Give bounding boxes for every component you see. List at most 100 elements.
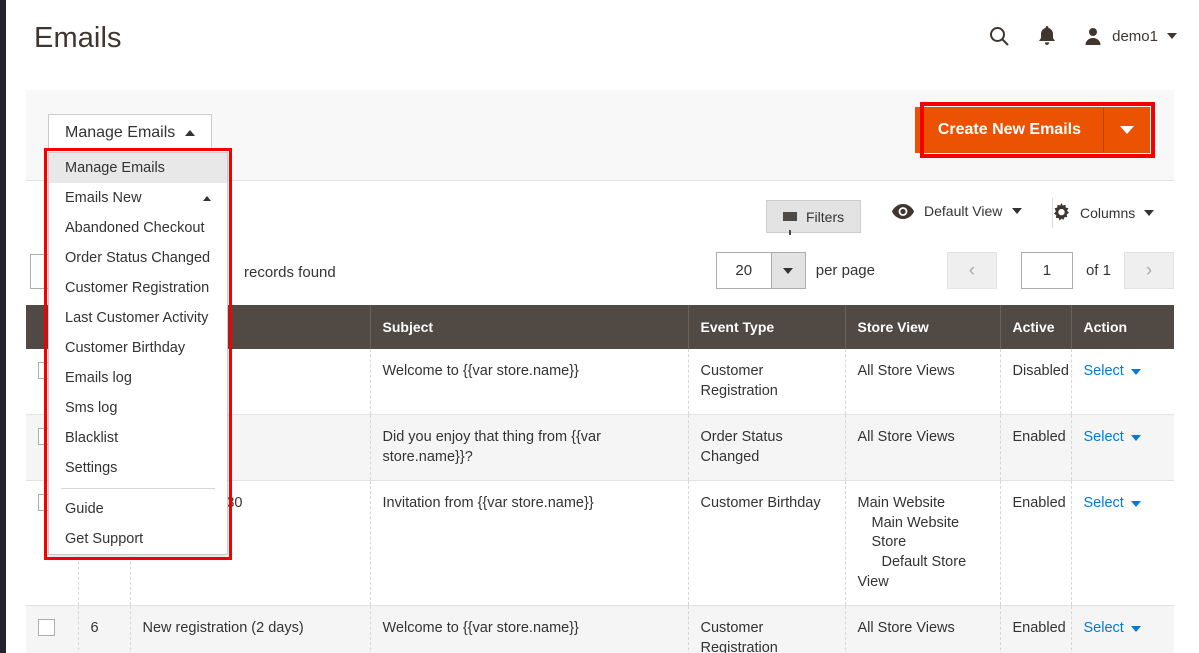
per-page-dropdown-toggle[interactable] (770, 253, 805, 288)
gear-icon (1053, 203, 1070, 221)
menu-item-label: Settings (65, 460, 118, 476)
row-store-view-cell: All Store Views (845, 605, 1001, 653)
menu-item-guide[interactable]: Guide (49, 494, 227, 524)
menu-item-label: Abandoned Checkout (65, 220, 205, 236)
menu-item-label: Sms log (65, 400, 118, 416)
chevron-down-icon (783, 267, 794, 274)
row-select-action[interactable]: Select (1084, 619, 1141, 639)
filters-label: Filters (806, 208, 845, 225)
menu-item-blacklist[interactable]: Blacklist (49, 423, 227, 453)
row-action-cell: Select (1071, 414, 1174, 482)
create-new-emails-dropdown-toggle[interactable] (1103, 108, 1149, 152)
pagination-controls: 20 per page ‹ 1 of 1 › (715, 252, 1174, 289)
menu-item-label: Guide (65, 501, 104, 517)
menu-item-settings[interactable]: Settings (49, 453, 227, 483)
menu-item-label: Emails log (65, 370, 132, 386)
row-select-label: Select (1083, 363, 1124, 379)
chevron-down-icon (1144, 209, 1155, 216)
row-event-type-cell: Customer Birthday (688, 480, 846, 607)
row-select-action[interactable]: Select (1084, 494, 1141, 514)
columns-label: Columns (1080, 204, 1136, 221)
next-page-button[interactable]: › (1124, 252, 1174, 289)
col-action[interactable]: Action (1071, 305, 1174, 349)
row-active-cell: Enabled (1000, 414, 1072, 482)
menu-item-abandoned-checkout[interactable]: Abandoned Checkout (49, 213, 227, 243)
row-checkbox-cell (26, 605, 79, 653)
row-action-cell: Select (1071, 480, 1174, 607)
per-page-label: per page (815, 262, 875, 279)
row-action-cell: Select (1071, 605, 1174, 653)
chevron-up-icon (203, 195, 211, 201)
menu-item-emails-new[interactable]: Emails New (49, 183, 227, 213)
row-subject-cell: Invitation from {{var store.name}} (370, 480, 689, 607)
menu-item-get-support[interactable]: Get Support (49, 524, 227, 554)
row-select-label: Select (1083, 429, 1124, 446)
menu-item-sms-log[interactable]: Sms log (49, 393, 227, 423)
search-icon[interactable] (987, 24, 1011, 48)
columns-selector[interactable]: Columns (1052, 203, 1155, 222)
per-page-select[interactable]: 20 (715, 252, 806, 289)
row-event-type-cell: Order Status Changed (688, 414, 846, 482)
chevron-down-icon (1130, 625, 1141, 632)
user-avatar-icon (1085, 28, 1101, 45)
admin-sidebar-edge (0, 0, 6, 653)
menu-item-manage-emails[interactable]: Manage Emails (49, 153, 227, 183)
row-store-view-cell: All Store Views (845, 349, 1001, 416)
table-row[interactable]: 6 New registration (2 days) Welcome to {{v… (26, 605, 1174, 653)
eye-icon (892, 203, 914, 219)
menu-item-order-status-changed[interactable]: Order Status Changed (49, 243, 227, 273)
store-view-line: View (857, 573, 889, 590)
menu-item-customer-registration[interactable]: Customer Registration (49, 273, 227, 303)
col-active[interactable]: Active (1000, 305, 1072, 349)
page-header: Emails demo1 (6, 0, 1199, 90)
row-event-type-cell: Customer Registration (688, 605, 846, 653)
row-event-type-cell: Customer Registration (688, 349, 846, 416)
manage-emails-dropdown-menu: Manage Emails Emails New Abandoned Checkou… (48, 152, 228, 555)
row-subject-cell: Welcome to {{var store.name}} (370, 349, 689, 416)
user-name-label: demo1 (1112, 27, 1158, 45)
menu-item-label: Get Support (65, 531, 144, 547)
col-event-type[interactable]: Event Type (688, 305, 846, 349)
chevron-down-icon (1130, 501, 1141, 508)
menu-item-last-customer-activity[interactable]: Last Customer Activity (49, 303, 227, 333)
default-view-label: Default View (924, 203, 1003, 219)
row-name-cell: New registration (2 days) (130, 605, 371, 653)
page-title: Emails (34, 22, 122, 54)
menu-item-emails-log[interactable]: Emails log (49, 363, 227, 393)
row-active-cell: Enabled (1000, 605, 1072, 653)
funnel-icon (783, 212, 797, 235)
store-view-line: Main Website (857, 495, 946, 512)
row-select-action[interactable]: Select (1084, 362, 1141, 382)
chevron-down-icon (1119, 126, 1134, 134)
create-new-emails-split-button[interactable]: Create New Emails (914, 107, 1150, 153)
records-found-label: records found (244, 264, 336, 281)
row-active-cell: Disabled (1000, 349, 1072, 416)
row-active-cell: Enabled (1000, 480, 1072, 607)
filters-button[interactable]: Filters (766, 200, 862, 235)
default-view-selector[interactable]: Default View (892, 203, 1023, 219)
page-number-input[interactable]: 1 (1020, 252, 1073, 289)
store-view-line: All Store Views (857, 363, 955, 379)
row-checkbox[interactable] (38, 619, 55, 637)
menu-item-label: Blacklist (65, 430, 119, 446)
previous-page-button[interactable]: ‹ (946, 252, 997, 289)
total-pages-label: of 1 (1085, 262, 1111, 279)
row-subject-cell: Welcome to {{var store.name}} (370, 605, 689, 653)
row-id-cell: 6 (78, 605, 131, 653)
chevron-down-icon (1167, 33, 1177, 39)
user-menu[interactable]: demo1 (1083, 26, 1177, 46)
row-select-action[interactable]: Select (1084, 428, 1141, 448)
menu-item-label: Order Status Changed (65, 250, 211, 266)
col-store-view[interactable]: Store View (845, 305, 1001, 349)
menu-item-label: Emails New (65, 190, 142, 206)
row-subject-cell: Did you enjoy that thing from {{var stor… (370, 414, 689, 482)
menu-item-label: Manage Emails (65, 160, 165, 176)
create-new-emails-button[interactable]: Create New Emails (915, 108, 1103, 152)
store-view-line: Main Website Store (871, 514, 960, 551)
manage-emails-menu-button[interactable]: Manage Emails (48, 114, 213, 151)
store-view-line: All Store Views (857, 620, 955, 637)
col-subject[interactable]: Subject (370, 305, 689, 349)
menu-item-customer-birthday[interactable]: Customer Birthday (49, 333, 227, 363)
chevron-up-icon (185, 129, 196, 136)
bell-icon[interactable] (1037, 25, 1057, 47)
